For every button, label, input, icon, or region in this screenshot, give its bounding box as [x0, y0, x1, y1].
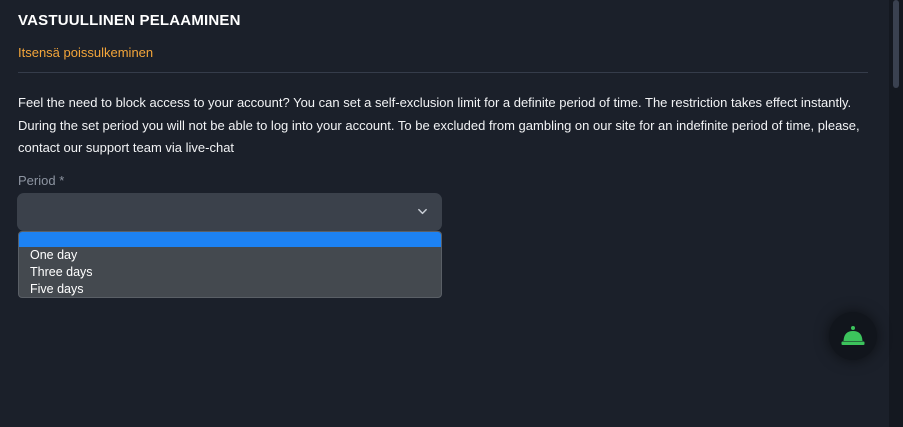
divider: [18, 72, 868, 73]
description-text: Feel the need to block access to your ac…: [18, 95, 860, 155]
chevron-down-icon: [418, 208, 427, 215]
page-scrollbar[interactable]: [889, 0, 903, 427]
period-option-empty[interactable]: [19, 232, 441, 247]
section-title: VASTUULLINEN PELAAMINEN: [18, 12, 241, 29]
period-dropdown: One day Three days Five days: [18, 231, 442, 298]
period-select[interactable]: [17, 193, 442, 231]
service-bell-icon: [841, 326, 865, 345]
period-option-five-days[interactable]: Five days: [19, 281, 441, 297]
period-label: Period *: [18, 173, 65, 188]
support-chat-button[interactable]: [829, 312, 877, 360]
scrollbar-thumb[interactable]: [893, 0, 899, 88]
period-option-three-days[interactable]: Three days: [19, 264, 441, 281]
section-subtitle: Itsensä poissulkeminen: [18, 45, 154, 60]
period-option-one-day[interactable]: One day: [19, 247, 441, 264]
